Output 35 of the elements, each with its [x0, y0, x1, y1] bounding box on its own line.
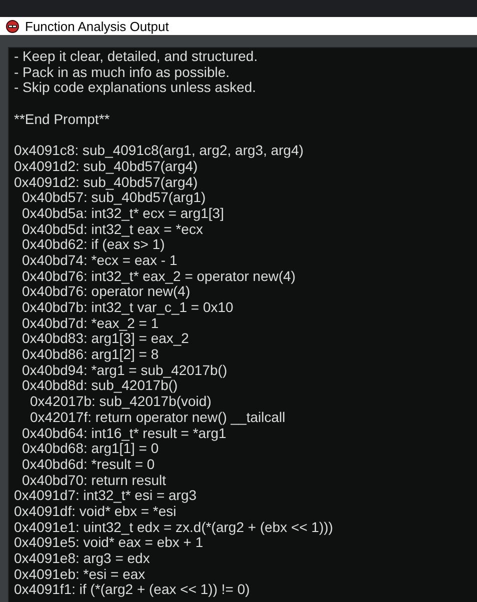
trace-line: 0x4091e1: uint32_t edx = zx.d(*(arg2 + (ebx << 1))): [14, 520, 334, 536]
trace-line: 0x4091d7: int32_t* esi = arg3: [14, 488, 197, 504]
trace-line: 0x40bd70: return result: [21, 472, 166, 488]
trace-line: 0x40bd64: int16_t* result = *arg1: [21, 426, 226, 442]
end-marker: **End Prompt**: [14, 112, 110, 128]
trace-line: 0x40bd62: if (eax s> 1): [21, 237, 165, 253]
trace-line: 0x40bd86: arg1[2] = 8: [21, 347, 159, 363]
window-title: Function Analysis Output: [25, 20, 169, 32]
trace-line: 0x40bd5a: int32_t* ecx = arg1[3]: [21, 206, 224, 222]
trace-line: 0x40bd7d: *eax_2 = 1: [21, 316, 159, 332]
trace-line: 0x4091d2: sub_40bd57(arg4): [14, 174, 198, 190]
trace-line: 0x4091f1: if (*(arg2 + (eax << 1)) != 0): [14, 582, 250, 598]
trace-line: 0x40bd74: *ecx = eax - 1: [21, 252, 178, 269]
trace-line: 0x40bd5d: int32_t eax = *ecx: [21, 222, 203, 238]
trace-line: 0x40bd8d: sub_42017b(): [21, 378, 178, 394]
prompt-line: - Keep it clear, detailed, and structured.: [14, 49, 258, 65]
trace-line: 0x4091eb: *esi = eax: [14, 566, 146, 582]
trace-line: 0x40bd68: arg1[1] = 0: [21, 441, 159, 457]
trace-line: 0x4091df: void* ebx = *esi: [14, 504, 176, 520]
trace-line: 0x40bd76: operator new(4): [21, 284, 190, 300]
trace-line: 0x4091e5: void* eax = ebx + 1: [14, 535, 204, 551]
app-icon: [6, 20, 19, 32]
trace-line: 0x40bd6d: *result = 0: [21, 456, 155, 473]
trace-line: 0x4091c8: sub_4091c8(arg1, arg2, arg3, arg4): [14, 143, 304, 159]
trace-line: 0x40bd57: sub_40bd57(arg1): [21, 190, 206, 206]
trace-line: 0x4091d2: sub_40bd57(arg4): [14, 158, 198, 174]
prompt-line: - Skip code explanations unless asked.: [14, 80, 256, 96]
trace-line: 0x40bd94: *arg1 = sub_42017b(): [21, 362, 228, 378]
trace-line: 0x40bd7b: int32_t var_c_1 = 0x10: [21, 300, 234, 316]
trace-line: 0x40bd83: arg1[3] = eax_2: [21, 331, 189, 348]
trace-line: 0x42017f: return operator new() __tailcall: [29, 410, 286, 426]
prompt-line: - Pack in as much info as possible.: [14, 64, 230, 80]
trace-line: 0x42017b: sub_42017b(void): [29, 394, 212, 410]
trace-line: 0x4091e8: arg3 = edx: [14, 551, 150, 567]
trace-line: 0x40bd76: int32_t* eax_2 = operator new(4): [21, 268, 296, 284]
